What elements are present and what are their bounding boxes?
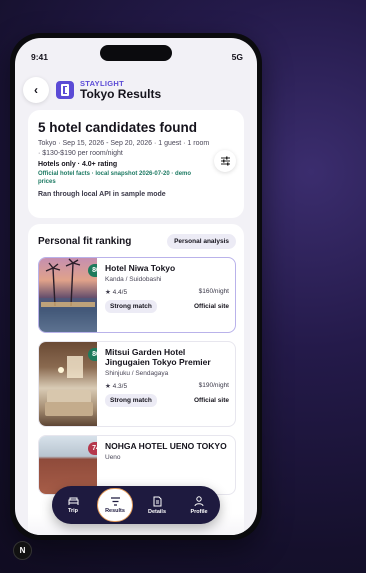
search-criteria: Tokyo · Sep 15, 2026 - Sep 20, 2026 · 1 … xyxy=(38,140,210,158)
chevron-left-icon: ‹ xyxy=(34,83,38,97)
hotel-area: Ueno xyxy=(105,453,121,461)
match-badge: Strong match xyxy=(105,299,157,313)
status-bar: 9:41 5G xyxy=(31,52,243,64)
hotel-photo: 86 xyxy=(39,342,97,426)
tab-label: Trip xyxy=(67,507,79,514)
status-network: 5G xyxy=(231,52,243,62)
sliders-icon xyxy=(220,156,230,166)
back-button[interactable]: ‹ xyxy=(23,77,49,103)
results-heading: 5 hotel candidates found xyxy=(38,120,198,135)
hotel-photo: 86 xyxy=(39,258,97,332)
document-icon xyxy=(153,496,161,506)
hotel-price: $190/night xyxy=(198,382,229,390)
star-icon: ★ xyxy=(105,382,111,390)
hotel-price: $160/night xyxy=(198,288,229,296)
api-mode-note: Ran through local API in sample mode xyxy=(38,191,166,199)
app-screen: 9:41 5G ‹ STAYLIGHT Tokyo Results 5 hote… xyxy=(15,38,257,535)
tab-results[interactable]: Results xyxy=(97,488,133,522)
personal-analysis-button[interactable]: Personal analysis xyxy=(167,234,236,249)
bed-icon xyxy=(68,497,78,505)
hotel-name: Mitsui Garden Hotel Jingugaien Tokyo Pre… xyxy=(105,347,211,367)
tab-trip[interactable]: Trip xyxy=(55,497,91,514)
star-icon: ★ xyxy=(105,288,111,296)
staylight-logo-icon xyxy=(56,81,74,99)
search-summary-card: 5 hotel candidates found Tokyo · Sep 15,… xyxy=(28,110,244,218)
hotel-area: Shinjuku / Sendagaya xyxy=(105,369,169,377)
official-site-link[interactable]: Official site xyxy=(194,303,229,310)
fit-score-badge: 74 xyxy=(88,442,97,455)
person-icon xyxy=(194,495,204,506)
tab-label: Results xyxy=(105,507,125,514)
match-badge: Strong match xyxy=(105,393,157,407)
app-header: ‹ STAYLIGHT Tokyo Results xyxy=(23,75,249,105)
hotel-rating: 4.3/5 xyxy=(112,382,128,390)
hotel-card[interactable]: 86 Mitsui Garden Hotel Jingugaien Tokyo … xyxy=(38,341,236,427)
tab-label: Profile xyxy=(190,508,208,515)
hotel-area: Kanda / Suidobashi xyxy=(105,275,162,283)
fit-score-badge: 86 xyxy=(88,348,97,361)
tab-profile[interactable]: Profile xyxy=(181,495,217,515)
hotel-name: Hotel Niwa Tokyo xyxy=(105,263,176,273)
data-source-note: Official hotel facts · local snapshot 20… xyxy=(38,171,192,186)
tab-label: Details xyxy=(147,508,167,515)
tab-details[interactable]: Details xyxy=(139,496,175,515)
filter-button[interactable] xyxy=(214,150,236,172)
hotel-card[interactable]: 86 Hotel Niwa Tokyo Kanda / Suidobashi ★… xyxy=(38,257,236,333)
tab-bar: Trip Results Details Profile xyxy=(52,486,220,524)
dev-tools-badge[interactable]: N xyxy=(13,541,32,560)
fit-score-badge: 86 xyxy=(88,264,97,277)
official-site-link[interactable]: Official site xyxy=(194,397,229,404)
rating-filter: Hotels only · 4.0+ rating xyxy=(38,161,118,169)
hotel-rating: 4.4/5 xyxy=(112,288,128,296)
filter-lines-icon xyxy=(110,496,120,506)
hotel-name: NOHGA HOTEL UENO TOKYO xyxy=(105,441,227,451)
page-title: Tokyo Results xyxy=(80,86,162,101)
status-time: 9:41 xyxy=(31,52,49,62)
phone-frame: 9:41 5G ‹ STAYLIGHT Tokyo Results 5 hote… xyxy=(10,33,262,540)
ranking-title: Personal fit ranking xyxy=(38,236,132,247)
